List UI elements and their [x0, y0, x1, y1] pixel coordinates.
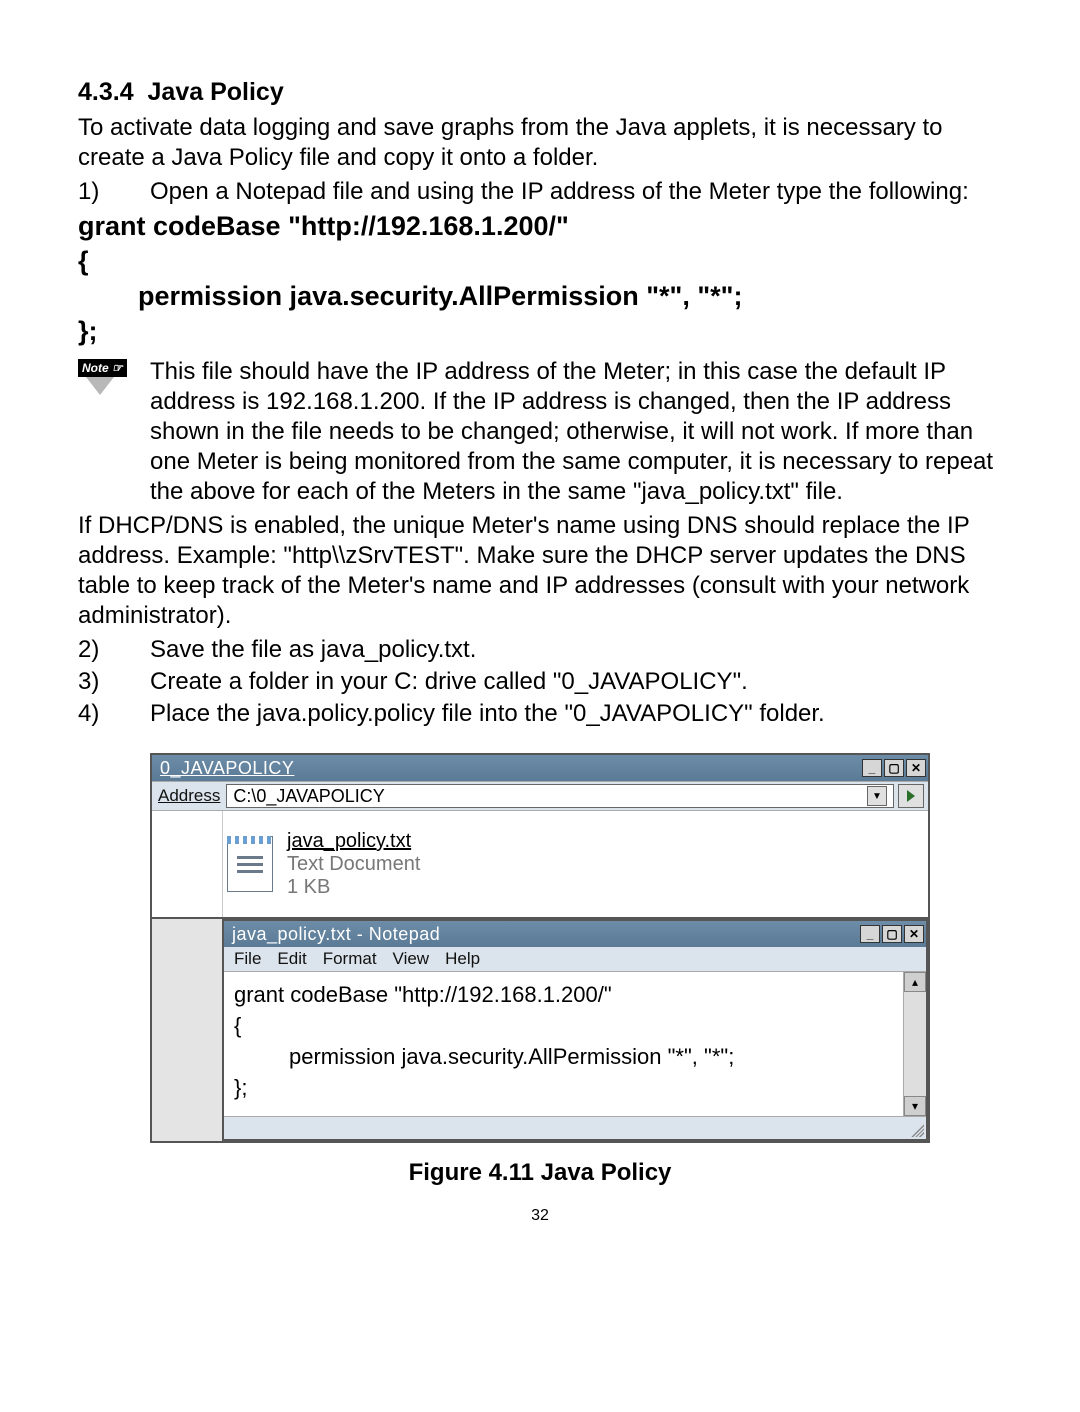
explorer-window: 0_JAVAPOLICY _ ▢ ✕ Address C:\0_JAVAPOLI… — [150, 753, 930, 1142]
policy-code-block: grant codeBase "http://192.168.1.200/" {… — [78, 209, 1002, 349]
notepad-text-area[interactable]: grant codeBase "http://192.168.1.200/" {… — [224, 972, 903, 1115]
menu-help[interactable]: Help — [445, 949, 480, 969]
close-button[interactable]: ✕ — [906, 759, 926, 777]
step-text: Save the file as java_policy.txt. — [150, 635, 1002, 665]
figure-screenshot: 0_JAVAPOLICY _ ▢ ✕ Address C:\0_JAVAPOLI… — [150, 753, 930, 1142]
file-meta: java_policy.txt Text Document 1 KB — [287, 830, 420, 899]
address-bar: Address C:\0_JAVAPOLICY ▼ — [152, 781, 928, 811]
intro-paragraph: To activate data logging and save graphs… — [78, 113, 1002, 173]
step-text: Place the java.policy.policy file into t… — [150, 699, 1002, 729]
step-3: 3) Create a folder in your C: drive call… — [78, 667, 1002, 697]
section-heading: 4.3.4 Java Policy — [78, 78, 1002, 107]
explorer-body: java_policy.txt Text Document 1 KB — [152, 811, 928, 919]
note-text: This file should have the IP address of … — [150, 357, 1002, 507]
notepad-window: java_policy.txt - Notepad _ ▢ ✕ File Edi… — [222, 919, 928, 1140]
address-input[interactable]: C:\0_JAVAPOLICY ▼ — [226, 784, 894, 808]
step-1: 1) Open a Notepad file and using the IP … — [78, 177, 1002, 207]
go-arrow-icon — [907, 790, 915, 802]
step-number: 3) — [78, 667, 150, 697]
note-badge: Note ☞ — [78, 359, 127, 377]
section-number: 4.3.4 — [78, 78, 134, 106]
scroll-down-button[interactable]: ▾ — [904, 1096, 926, 1116]
note-block: Note ☞ This file should have the IP addr… — [78, 357, 1002, 507]
address-label: Address — [156, 786, 222, 806]
maximize-button[interactable]: ▢ — [884, 759, 904, 777]
notepad-menubar: File Edit Format View Help — [224, 947, 926, 972]
maximize-button[interactable]: ▢ — [882, 925, 902, 943]
step-number: 4) — [78, 699, 150, 729]
scroll-up-button[interactable]: ▴ — [904, 972, 926, 992]
note-icon: Note ☞ — [78, 357, 150, 507]
explorer-titlebar: 0_JAVAPOLICY _ ▢ ✕ — [152, 755, 928, 781]
figure-caption: Figure 4.11 Java Policy — [78, 1159, 1002, 1187]
notepad-titlebar: java_policy.txt - Notepad _ ▢ ✕ — [224, 921, 926, 947]
step-number: 1) — [78, 177, 150, 207]
minimize-button[interactable]: _ — [862, 759, 882, 777]
notepad-body: grant codeBase "http://192.168.1.200/" {… — [224, 972, 926, 1115]
step-4: 4) Place the java.policy.policy file int… — [78, 699, 1002, 729]
resize-grip-icon[interactable] — [908, 1121, 924, 1137]
window-controls: _ ▢ ✕ — [862, 759, 926, 777]
menu-view[interactable]: View — [393, 949, 430, 969]
address-value: C:\0_JAVAPOLICY — [233, 786, 384, 807]
file-size: 1 KB — [287, 876, 420, 899]
menu-edit[interactable]: Edit — [277, 949, 306, 969]
menu-format[interactable]: Format — [323, 949, 377, 969]
close-button[interactable]: ✕ — [904, 925, 924, 943]
text-file-icon[interactable] — [227, 836, 273, 892]
page-number: 32 — [78, 1207, 1002, 1225]
step-text: Open a Notepad file and using the IP add… — [150, 177, 1002, 207]
file-name[interactable]: java_policy.txt — [287, 830, 420, 853]
step-number: 2) — [78, 635, 150, 665]
menu-file[interactable]: File — [234, 949, 261, 969]
step-2: 2) Save the file as java_policy.txt. — [78, 635, 1002, 665]
window-controls: _ ▢ ✕ — [860, 925, 924, 943]
explorer-title: 0_JAVAPOLICY — [160, 758, 294, 779]
document-page: 4.3.4 Java Policy To activate data loggi… — [0, 0, 1080, 1412]
minimize-button[interactable]: _ — [860, 925, 880, 943]
vertical-scrollbar[interactable]: ▴ ▾ — [903, 972, 926, 1115]
dhcp-paragraph: If DHCP/DNS is enabled, the unique Meter… — [78, 511, 1002, 631]
note-arrow-icon — [86, 377, 114, 395]
section-title: Java Policy — [148, 78, 284, 106]
file-type: Text Document — [287, 853, 420, 876]
explorer-left-pane — [152, 811, 223, 917]
explorer-file-list: java_policy.txt Text Document 1 KB — [223, 811, 928, 917]
address-dropdown-button[interactable]: ▼ — [867, 786, 887, 806]
notepad-title: java_policy.txt - Notepad — [232, 924, 440, 945]
go-button[interactable] — [898, 784, 924, 808]
step-text: Create a folder in your C: drive called … — [150, 667, 1002, 697]
notepad-statusbar — [224, 1116, 926, 1139]
